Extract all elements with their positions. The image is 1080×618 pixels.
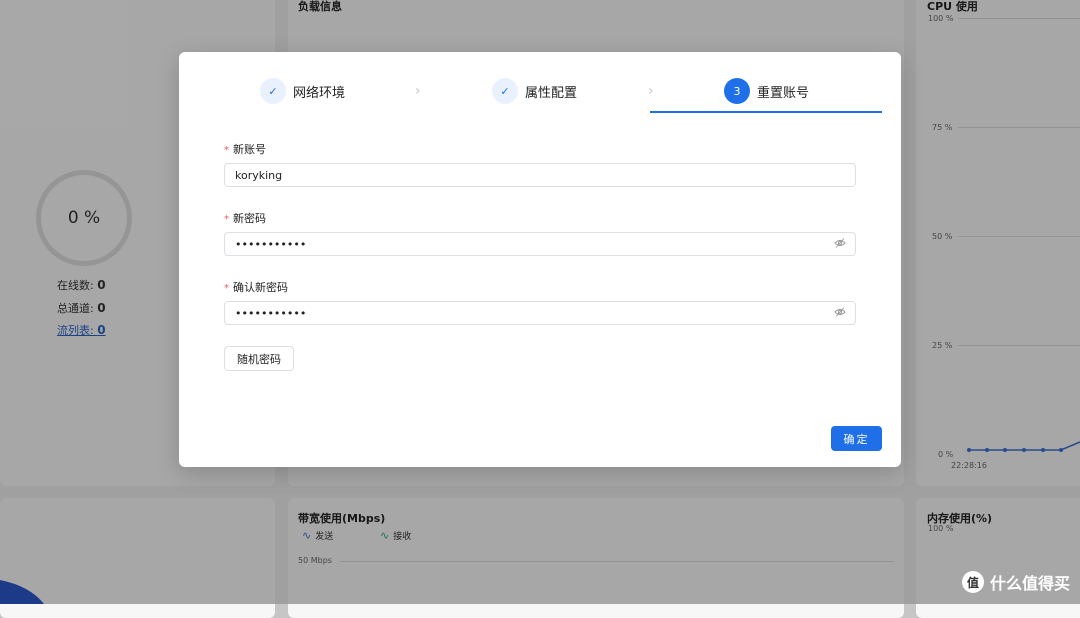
confirm-label-text: 确认新密码 [233, 281, 288, 294]
watermark: 值 什么值得买 [961, 570, 1070, 594]
step-reset-account-label: 重置账号 [757, 85, 810, 101]
required-mark: * [224, 214, 229, 225]
required-mark: * [224, 145, 229, 156]
account-input[interactable] [224, 163, 856, 187]
password-field-label: * 新密码 [224, 210, 266, 226]
check-icon: ✓ [492, 78, 518, 104]
account-field-label: * 新账号 [224, 141, 266, 157]
active-step-underline [650, 111, 882, 113]
password-input-wrap [224, 232, 856, 256]
reset-account-dialog: ✓ 网络环境 › ✓ 属性配置 › 3 重置账号 * 新账号 * 新密码 * 确认新密… [179, 52, 901, 467]
check-icon: ✓ [260, 78, 286, 104]
step-reset-account[interactable]: 3 重置账号 [724, 78, 809, 104]
chevron-right-icon: › [415, 83, 421, 99]
eye-off-icon[interactable] [834, 306, 846, 318]
watermark-text: 什么值得买 [989, 574, 1070, 593]
password-input[interactable] [224, 232, 856, 256]
step-number-icon: 3 [724, 78, 750, 104]
confirm-button[interactable]: 确定 [831, 426, 882, 451]
stepper: ✓ 网络环境 › ✓ 属性配置 › 3 重置账号 [179, 52, 901, 114]
watermark-logo: 值 [961, 571, 984, 593]
step-properties[interactable]: ✓ 属性配置 [492, 78, 577, 104]
random-password-button[interactable]: 随机密码 [224, 346, 294, 371]
confirm-field-label: * 确认新密码 [224, 279, 288, 295]
chevron-right-icon: › [648, 83, 654, 99]
account-label-text: 新账号 [233, 143, 266, 156]
required-mark: * [224, 283, 229, 294]
confirm-password-input[interactable] [224, 301, 856, 325]
eye-off-icon[interactable] [834, 237, 846, 249]
password-label-text: 新密码 [233, 212, 266, 225]
confirm-input-wrap [224, 301, 856, 325]
step-network-label: 网络环境 [293, 85, 346, 101]
step-network[interactable]: ✓ 网络环境 [260, 78, 345, 104]
step-properties-label: 属性配置 [525, 85, 578, 101]
